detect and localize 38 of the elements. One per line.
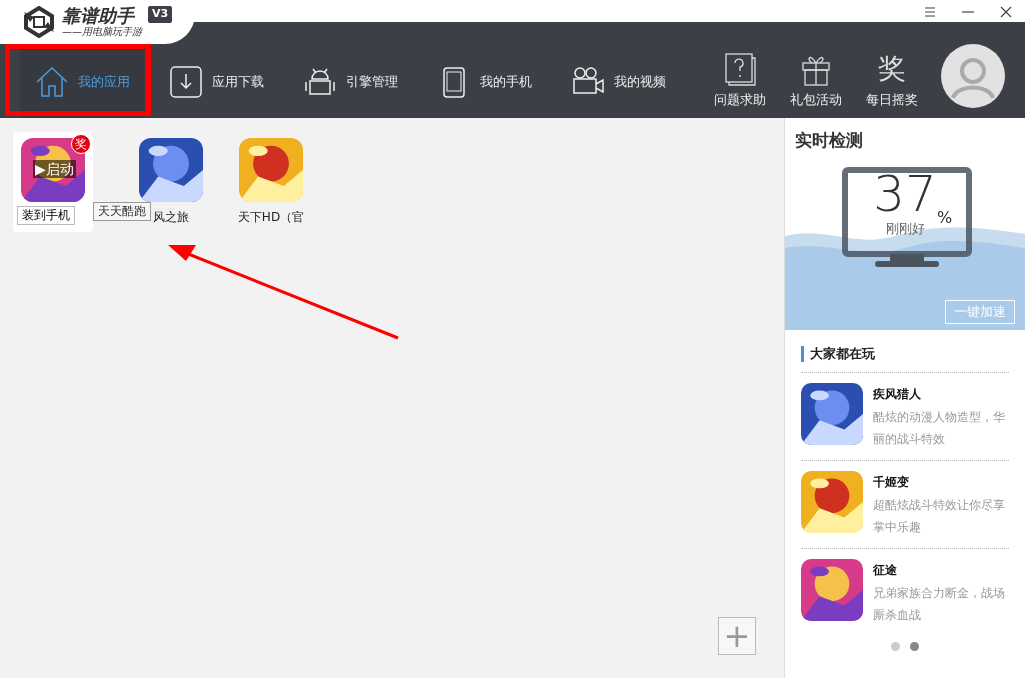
nav-tab[interactable]: 我的手机 — [422, 46, 546, 118]
game-name[interactable]: 千姬变 — [873, 473, 1009, 491]
carousel-dot[interactable] — [910, 642, 919, 651]
house-icon — [34, 64, 70, 100]
prize-glyph: 奖 — [878, 51, 906, 88]
menu-icon — [923, 4, 937, 19]
game-description: 兄弟家族合力断金，战场厮杀血战 — [873, 585, 1006, 624]
close-icon — [999, 4, 1013, 19]
section-title: 大家都在玩 — [801, 346, 1009, 362]
usage-status: 刚刚好 — [885, 222, 925, 236]
prize-badge: 奖 — [71, 134, 91, 154]
app-slogan: ——用电脑玩手游 — [62, 26, 142, 38]
game-description: 酷炫的动漫人物造型，华丽的战斗特效 — [873, 409, 1006, 448]
app-title: 靠谱助手 — [62, 6, 136, 26]
toolbar-button[interactable]: 问题求助 — [707, 51, 773, 110]
tooltip: 天天酷跑 — [93, 202, 151, 221]
download-icon — [168, 64, 204, 100]
panel-title: 实时检测 — [794, 129, 864, 152]
app-name: 天下HD（官 — [237, 209, 305, 226]
usage-unit: % — [937, 207, 953, 229]
question-book-icon — [722, 51, 758, 88]
monitor-icon — [842, 167, 972, 267]
carousel-dot[interactable] — [891, 642, 900, 651]
logo-icon — [22, 6, 56, 38]
nav-tab[interactable]: 应用下载 — [154, 46, 278, 118]
minimize-icon — [962, 10, 974, 13]
install-button[interactable]: 装到手机 — [17, 206, 75, 225]
toolbar-button[interactable]: 礼包活动 — [783, 51, 849, 110]
game-name[interactable]: 征途 — [873, 561, 1009, 579]
launch-button[interactable]: ▶启动 — [33, 160, 76, 178]
toolbar-button[interactable]: 奖 每日摇奖 — [859, 51, 925, 110]
game-name[interactable]: 疾风猎人 — [873, 385, 1009, 403]
version-badge: V3 — [148, 6, 173, 23]
nav-tab[interactable]: 我的视频 — [556, 46, 680, 118]
nav-tab[interactable]: 引擎管理 — [288, 46, 412, 118]
usage-value: 37 — [873, 166, 937, 222]
app-name: 风之旅 — [153, 209, 189, 226]
game-description: 超酷炫战斗特效让你尽享掌中乐趣 — [873, 497, 1006, 536]
